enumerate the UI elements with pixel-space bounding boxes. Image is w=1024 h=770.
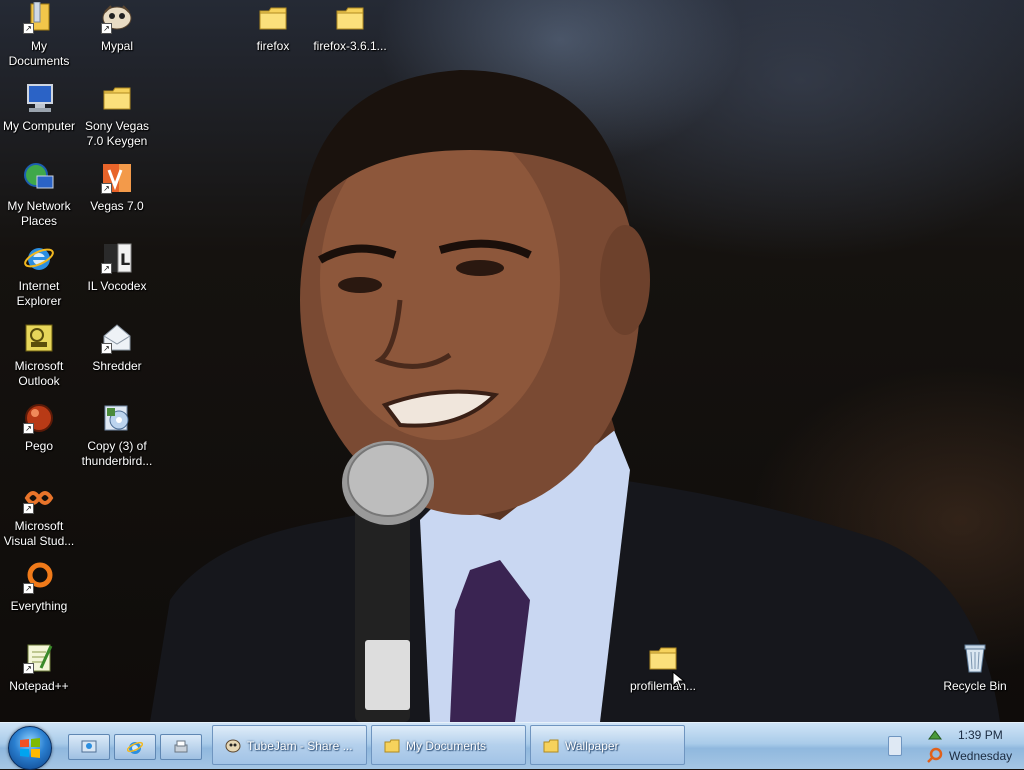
desktop-icon-notepad-plus-plus[interactable]: ↗ Notepad++: [0, 642, 78, 694]
desktop-icon-vegas-7[interactable]: ↗ Vegas 7.0: [78, 162, 156, 214]
mouse-cursor-icon: [672, 671, 686, 690]
ie-icon: [23, 242, 55, 274]
notepad-plus-plus-icon: ↗: [23, 642, 55, 674]
search-tray-icon[interactable]: [927, 747, 943, 763]
vegas-icon: ↗: [101, 162, 133, 194]
desktop-icon-firefox-361-folder[interactable]: firefox-3.6.1...: [311, 2, 389, 54]
desktop-icon-recycle-bin[interactable]: Recycle Bin: [936, 642, 1014, 694]
network-tray-icon[interactable]: [927, 727, 943, 743]
quick-launch-app[interactable]: [160, 734, 202, 760]
vocodex-icon: L ↗: [101, 242, 133, 274]
desktop-icon-label: Microsoft Outlook: [14, 359, 64, 388]
desktop-icon-il-vocodex[interactable]: L ↗ IL Vocodex: [78, 242, 156, 294]
desktop-icon-label: My Documents: [8, 39, 70, 68]
desktop-icon-label: profileman...: [629, 679, 697, 693]
folder-icon: [647, 642, 679, 674]
desktop-icon-label: Everything: [10, 599, 68, 613]
desktop-icon-visual-studio[interactable]: ↗ Microsoft Visual Stud...: [0, 482, 78, 549]
desktop-icon-pego[interactable]: ↗ Pego: [0, 402, 78, 454]
desktop-icon-label: Internet Explorer: [16, 279, 62, 308]
desktop-icon-profileman[interactable]: profileman...: [624, 642, 702, 694]
desktop-icon-label: Pego: [24, 439, 54, 453]
desktop-icon-label: Copy (3) of thunderbird...: [81, 439, 153, 468]
tray-show-hidden-button[interactable]: [888, 736, 902, 756]
desktop-icon-internet-explorer[interactable]: Internet Explorer: [0, 242, 78, 309]
everything-icon: ↗: [23, 562, 55, 594]
desktop-icon-label: Vegas 7.0: [90, 199, 144, 213]
network-icon: [23, 162, 55, 194]
outlook-icon: [23, 322, 55, 354]
taskbar: TubeJam - Share ... My Documents Wallpap…: [0, 722, 1024, 770]
folder-documents-icon: ↗: [23, 1, 55, 34]
ie-icon: [127, 741, 143, 754]
desktop-icon-label: Microsoft Visual Stud...: [3, 519, 75, 548]
folder-icon: [257, 2, 289, 34]
desktop-icon-everything[interactable]: ↗ Everything: [0, 562, 78, 614]
desktop-icon-label: firefox-3.6.1...: [313, 39, 387, 53]
clock-time[interactable]: 1:39 PM: [958, 728, 1003, 742]
desktop-icon-label: Notepad++: [9, 679, 69, 693]
quick-launch-show-desktop[interactable]: [68, 734, 110, 760]
desktop-icon-label: Recycle Bin: [943, 679, 1007, 693]
shredder-icon: ↗: [101, 322, 133, 354]
quick-launch-ie[interactable]: [114, 734, 156, 760]
taskbar-task-wallpaper[interactable]: Wallpaper: [530, 725, 685, 765]
svg-text:L: L: [120, 250, 130, 269]
folder-icon: [384, 739, 400, 753]
task-label: TubeJam - Share ...: [247, 739, 353, 753]
desktop-icon-thunderbird-copy[interactable]: Copy (3) of thunderbird...: [78, 402, 156, 469]
desktop-icon-my-documents[interactable]: ↗ My Documents: [0, 1, 78, 69]
desktop-icon-label: My Network Places: [7, 199, 71, 228]
desktop-icon-label: Shredder: [92, 359, 142, 373]
folder-icon: [101, 82, 133, 114]
system-tray: 1:39 PM Wednesday: [922, 723, 1024, 769]
computer-icon: [23, 82, 55, 114]
mypal-icon: ↗: [101, 2, 133, 34]
clock-day[interactable]: Wednesday: [949, 749, 1012, 763]
taskbar-task-tubejam[interactable]: TubeJam - Share ...: [212, 725, 367, 765]
desktop-icon-microsoft-outlook[interactable]: Microsoft Outlook: [0, 322, 78, 389]
desktop-icon-label: Sony Vegas 7.0 Keygen: [84, 119, 150, 148]
installer-icon: [101, 402, 133, 434]
printer-icon: [174, 740, 188, 753]
folder-icon: [334, 2, 366, 34]
pego-icon: ↗: [23, 402, 55, 434]
folder-icon: [543, 739, 559, 753]
task-label: My Documents: [406, 739, 487, 753]
desktop-icon-label: firefox: [256, 39, 290, 53]
desktop-icon-sony-vegas-keygen[interactable]: Sony Vegas 7.0 Keygen: [78, 82, 156, 149]
desktop-icon-shredder[interactable]: ↗ Shredder: [78, 322, 156, 374]
task-label: Wallpaper: [565, 739, 619, 753]
recycle-bin-icon: [959, 642, 991, 674]
desktop-icon-my-network-places[interactable]: My Network Places: [0, 162, 78, 229]
desktop-icon-label: IL Vocodex: [87, 279, 147, 293]
desktop-icon-label: Mypal: [100, 39, 133, 53]
desktop-icon-mypal[interactable]: ↗ Mypal: [78, 2, 156, 54]
tubejam-icon: [225, 739, 241, 753]
visual-studio-icon: ↗: [23, 482, 55, 514]
windows-logo-icon: [20, 738, 40, 758]
desktop-icon-my-computer[interactable]: My Computer: [0, 82, 78, 134]
taskbar-task-my-documents[interactable]: My Documents: [371, 725, 526, 765]
desktop-icon-label: My Computer: [2, 119, 76, 133]
show-desktop-icon: [81, 740, 97, 753]
start-button[interactable]: [8, 726, 52, 770]
desktop-icon-firefox-folder[interactable]: firefox: [234, 2, 312, 54]
